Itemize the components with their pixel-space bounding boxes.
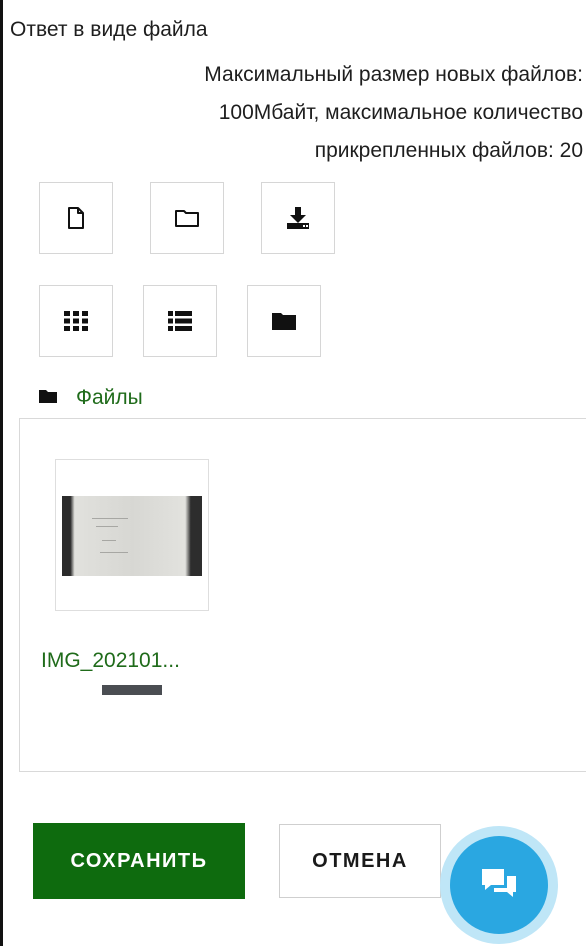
add-file-icon: [67, 207, 85, 229]
view-tree-button[interactable]: [247, 285, 321, 357]
field-title: Ответ в виде файла: [10, 18, 208, 41]
view-icons-button[interactable]: [39, 285, 113, 357]
image-preview: [62, 496, 202, 576]
limits-line: 100Мбайт, максимальное количество: [218, 101, 583, 124]
frame-border: [0, 0, 3, 946]
folder-icon: [271, 311, 297, 331]
cancel-button[interactable]: ОТМЕНА: [279, 824, 441, 898]
view-list-icon: [168, 311, 192, 331]
file-progress-bar: [102, 685, 162, 695]
add-file-button[interactable]: [39, 182, 113, 254]
chat-button[interactable]: [450, 836, 548, 934]
limits-line: прикрепленных файлов: 20: [314, 139, 583, 162]
save-button[interactable]: СОХРАНИТЬ: [33, 823, 245, 899]
chat-icon: [479, 865, 519, 906]
file-thumbnail[interactable]: [55, 459, 209, 611]
breadcrumb-files-link[interactable]: Файлы: [76, 386, 143, 410]
view-icons-icon: [64, 311, 88, 331]
create-folder-icon: [174, 208, 200, 228]
download-icon: [285, 206, 311, 230]
upload-limits: Максимальный размер новых файлов: 100Мба…: [63, 56, 583, 170]
limits-line: Максимальный размер новых файлов:: [204, 63, 583, 86]
create-folder-button[interactable]: [150, 182, 224, 254]
breadcrumb: Файлы: [38, 386, 143, 410]
download-all-button[interactable]: [261, 182, 335, 254]
view-list-button[interactable]: [143, 285, 217, 357]
file-area: IMG_202101...: [19, 418, 586, 772]
file-name-link[interactable]: IMG_202101...: [41, 649, 180, 673]
folder-icon: [38, 388, 58, 409]
